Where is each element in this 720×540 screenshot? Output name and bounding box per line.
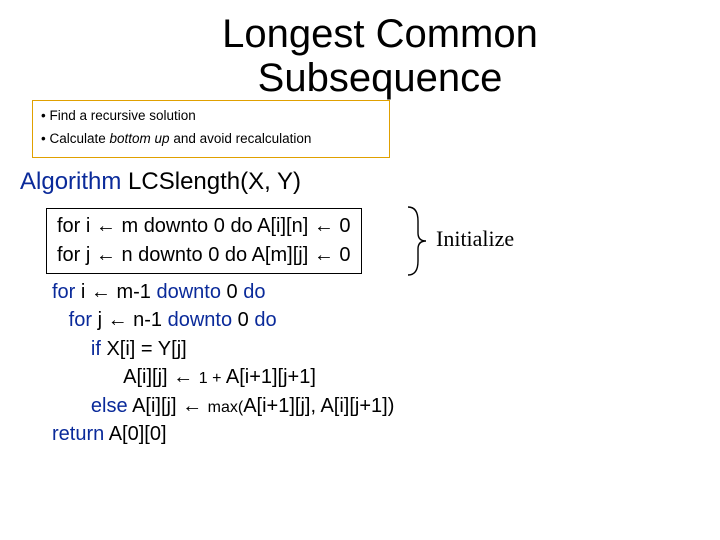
txt: 0	[208, 215, 230, 237]
kw-else: else	[91, 395, 128, 417]
txt: A[i][n] ← 0	[253, 215, 351, 237]
txt: 0	[221, 281, 243, 303]
txt-sm: 1 +	[199, 370, 226, 387]
kw-downto: downto	[138, 244, 203, 266]
bullet-box: • Find a recursive solution • Calculate …	[32, 100, 390, 158]
kw-do: do	[225, 244, 247, 266]
bullet-2: • Calculate bottom up and avoid recalcul…	[41, 128, 381, 151]
slide: Longest Common Subsequence • Find a recu…	[0, 0, 720, 540]
code-block: for i ← m-1 downto 0 do for j ← n-1 down…	[52, 278, 394, 448]
txt: i ← m-1	[75, 281, 156, 303]
txt: A[i+1][j+1]	[226, 366, 316, 388]
kw-do: do	[230, 215, 252, 237]
algorithm-name: LCSlength(X, Y)	[121, 168, 301, 195]
title-line-1: Longest Common	[222, 12, 538, 56]
kw-downto: downto	[144, 215, 209, 237]
kw-do: do	[254, 309, 276, 331]
init-line-2: for j ← n downto 0 do A[m][j] ← 0	[57, 241, 351, 270]
txt: j ← n-1	[92, 309, 168, 331]
bullet-1-text: • Find a recursive solution	[41, 108, 196, 123]
kw-for: for	[57, 244, 80, 266]
bullet-1: • Find a recursive solution	[41, 105, 381, 128]
kw-for: for	[52, 281, 75, 303]
txt: A[m][j] ← 0	[247, 244, 350, 266]
algorithm-keyword: Algorithm	[20, 168, 121, 195]
slide-title: Longest Common Subsequence	[170, 12, 590, 100]
txt: 0	[203, 244, 225, 266]
kw-return: return	[52, 423, 104, 445]
initialize-label: Initialize	[436, 226, 514, 252]
txt: A[i][j] ←	[123, 366, 199, 388]
kw-downto: downto	[168, 309, 233, 331]
txt-sm: max(	[208, 399, 244, 416]
txt: X[i] = Y[j]	[101, 338, 187, 360]
bullet-2-em: bottom up	[110, 131, 170, 146]
txt: j ← n	[80, 244, 138, 266]
init-box: for i ← m downto 0 do A[i][n] ← 0 for j …	[46, 208, 362, 274]
title-line-2: Subsequence	[258, 56, 503, 100]
txt: i ← m	[80, 215, 143, 237]
kw-do: do	[243, 281, 265, 303]
kw-for: for	[57, 215, 80, 237]
txt: 0	[232, 309, 254, 331]
txt: A[0][0]	[104, 423, 166, 445]
kw-if: if	[91, 338, 101, 360]
bullet-2-suffix: and avoid recalculation	[170, 131, 312, 146]
brace-icon	[404, 205, 428, 277]
kw-for: for	[69, 309, 92, 331]
algorithm-signature: Algorithm LCSlength(X, Y)	[20, 168, 301, 196]
txt: A[i+1][j], A[i][j+1])	[243, 395, 394, 417]
bullet-2-prefix: • Calculate	[41, 131, 110, 146]
txt: A[i][j] ←	[128, 395, 208, 417]
kw-downto: downto	[156, 281, 221, 303]
init-line-1: for i ← m downto 0 do A[i][n] ← 0	[57, 212, 351, 241]
